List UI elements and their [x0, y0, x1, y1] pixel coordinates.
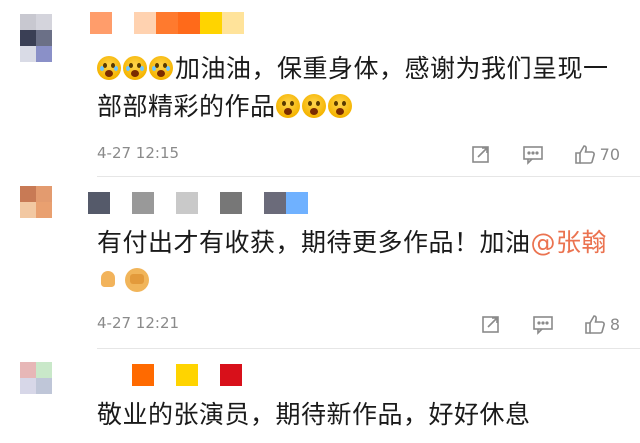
nickname-pixel: [134, 12, 156, 34]
fist-icon: [125, 268, 149, 292]
nickname-pixel: [176, 192, 198, 214]
avatar-pixel: [52, 14, 68, 30]
scream-emoji-icon: [301, 94, 326, 118]
avatar-pixel: [20, 30, 36, 46]
avatar-pixel: [36, 30, 52, 46]
nickname-pixel: [264, 192, 286, 214]
scream-emoji-icon: [327, 94, 352, 118]
nickname-pixel: [110, 192, 132, 214]
avatar-pixel: [52, 394, 68, 410]
comment-icon: [522, 143, 544, 165]
comment-text: 加油油，保重身体，感谢为我们呈现一部部精彩的作品: [97, 50, 616, 126]
nickname-pixel: [154, 192, 176, 214]
nickname-pixel: [90, 12, 112, 34]
nickname-pixel: [220, 364, 242, 386]
avatar-pixel: [52, 30, 68, 46]
nickname[interactable]: [90, 12, 244, 34]
timestamp: 4-27 12:15: [97, 144, 180, 162]
nickname-pixel: [154, 364, 176, 386]
nickname-pixel: [132, 364, 154, 386]
comment-button[interactable]: [532, 313, 554, 335]
avatar-pixel: [36, 14, 52, 30]
nickname-pixel: [242, 192, 264, 214]
comment-text-body: 有付出才有收获，期待更多作品！加油: [97, 228, 531, 257]
comment-actions: 8: [450, 312, 620, 336]
like-count: 70: [599, 144, 620, 164]
crying-emoji-icon: [149, 56, 173, 80]
comment-button[interactable]: [522, 143, 544, 165]
avatar[interactable]: [20, 362, 68, 410]
avatar-pixel: [20, 394, 36, 410]
avatar-pixel: [20, 46, 36, 62]
share-button[interactable]: [480, 313, 502, 335]
comment-text: 敬业的张演员，期待新作品，好好休息: [97, 396, 616, 434]
like-icon: [574, 143, 596, 165]
like-count: 8: [609, 314, 620, 334]
avatar-pixel: [20, 378, 36, 394]
avatar-pixel: [36, 218, 52, 234]
avatar-pixel: [20, 202, 36, 218]
avatar-pixel: [52, 202, 68, 218]
avatar-pixel: [20, 186, 36, 202]
share-icon: [470, 143, 492, 165]
avatar-pixel: [36, 46, 52, 62]
avatar-pixel: [52, 186, 68, 202]
avatar-pixel: [52, 378, 68, 394]
nickname-pixel: [200, 12, 222, 34]
comment-actions: 70: [440, 142, 620, 166]
comment-text-body: 敬业的张演员，期待新作品，好好休息: [97, 400, 531, 429]
nickname-pixel: [198, 364, 220, 386]
divider: [97, 348, 640, 349]
divider: [97, 176, 640, 177]
nickname-pixel: [178, 12, 200, 34]
nickname-pixel: [156, 12, 178, 34]
nickname[interactable]: [88, 192, 308, 214]
avatar-pixel: [52, 218, 68, 234]
like-icon: [584, 313, 606, 335]
avatar-pixel: [36, 378, 52, 394]
avatar-pixel: [20, 14, 36, 30]
avatar[interactable]: [20, 186, 68, 234]
avatar-pixel: [36, 394, 52, 410]
nickname-pixel: [112, 12, 134, 34]
nickname-pixel: [220, 192, 242, 214]
crying-emoji-icon: [97, 56, 121, 80]
crying-emoji-icon: [123, 56, 147, 80]
avatar-pixel: [36, 186, 52, 202]
like-button[interactable]: 8: [584, 313, 620, 335]
nickname-pixel: [286, 192, 308, 214]
avatar-pixel: [36, 202, 52, 218]
comment-text: 有付出才有收获，期待更多作品！加油@张翰: [97, 224, 616, 300]
share-icon: [480, 313, 502, 335]
flexed-biceps-icon: [97, 268, 121, 292]
avatar-pixel: [52, 46, 68, 62]
nickname-pixel: [198, 192, 220, 214]
scream-emoji-icon: [275, 94, 300, 118]
avatar-pixel: [20, 218, 36, 234]
avatar-pixel: [20, 362, 36, 378]
comment-meta: 4-27 12:15 70: [97, 142, 620, 166]
share-button[interactable]: [470, 143, 492, 165]
comment-item-2: 有付出才有收获，期待更多作品！加油@张翰 4-27 12:21 8: [0, 178, 640, 349]
nickname[interactable]: [132, 364, 242, 386]
like-button[interactable]: 70: [574, 143, 620, 165]
comment-meta: 4-27 12:21 8: [97, 312, 620, 336]
timestamp: 4-27 12:21: [97, 314, 180, 332]
nickname-pixel: [132, 192, 154, 214]
avatar-pixel: [52, 362, 68, 378]
avatar[interactable]: [20, 14, 68, 62]
mention-link[interactable]: @张翰: [531, 228, 608, 257]
nickname-pixel: [222, 12, 244, 34]
comment-text-body: 加油油，保重身体，感谢为我们呈现一部部精彩的作品: [97, 54, 609, 121]
nickname-pixel: [176, 364, 198, 386]
comment-item-3: 敬业的张演员，期待新作品，好好休息: [0, 350, 640, 443]
comment-item-1: 加油油，保重身体，感谢为我们呈现一部部精彩的作品 4-27 12:15 70: [0, 0, 640, 177]
comment-icon: [532, 313, 554, 335]
avatar-pixel: [36, 362, 52, 378]
nickname-pixel: [88, 192, 110, 214]
